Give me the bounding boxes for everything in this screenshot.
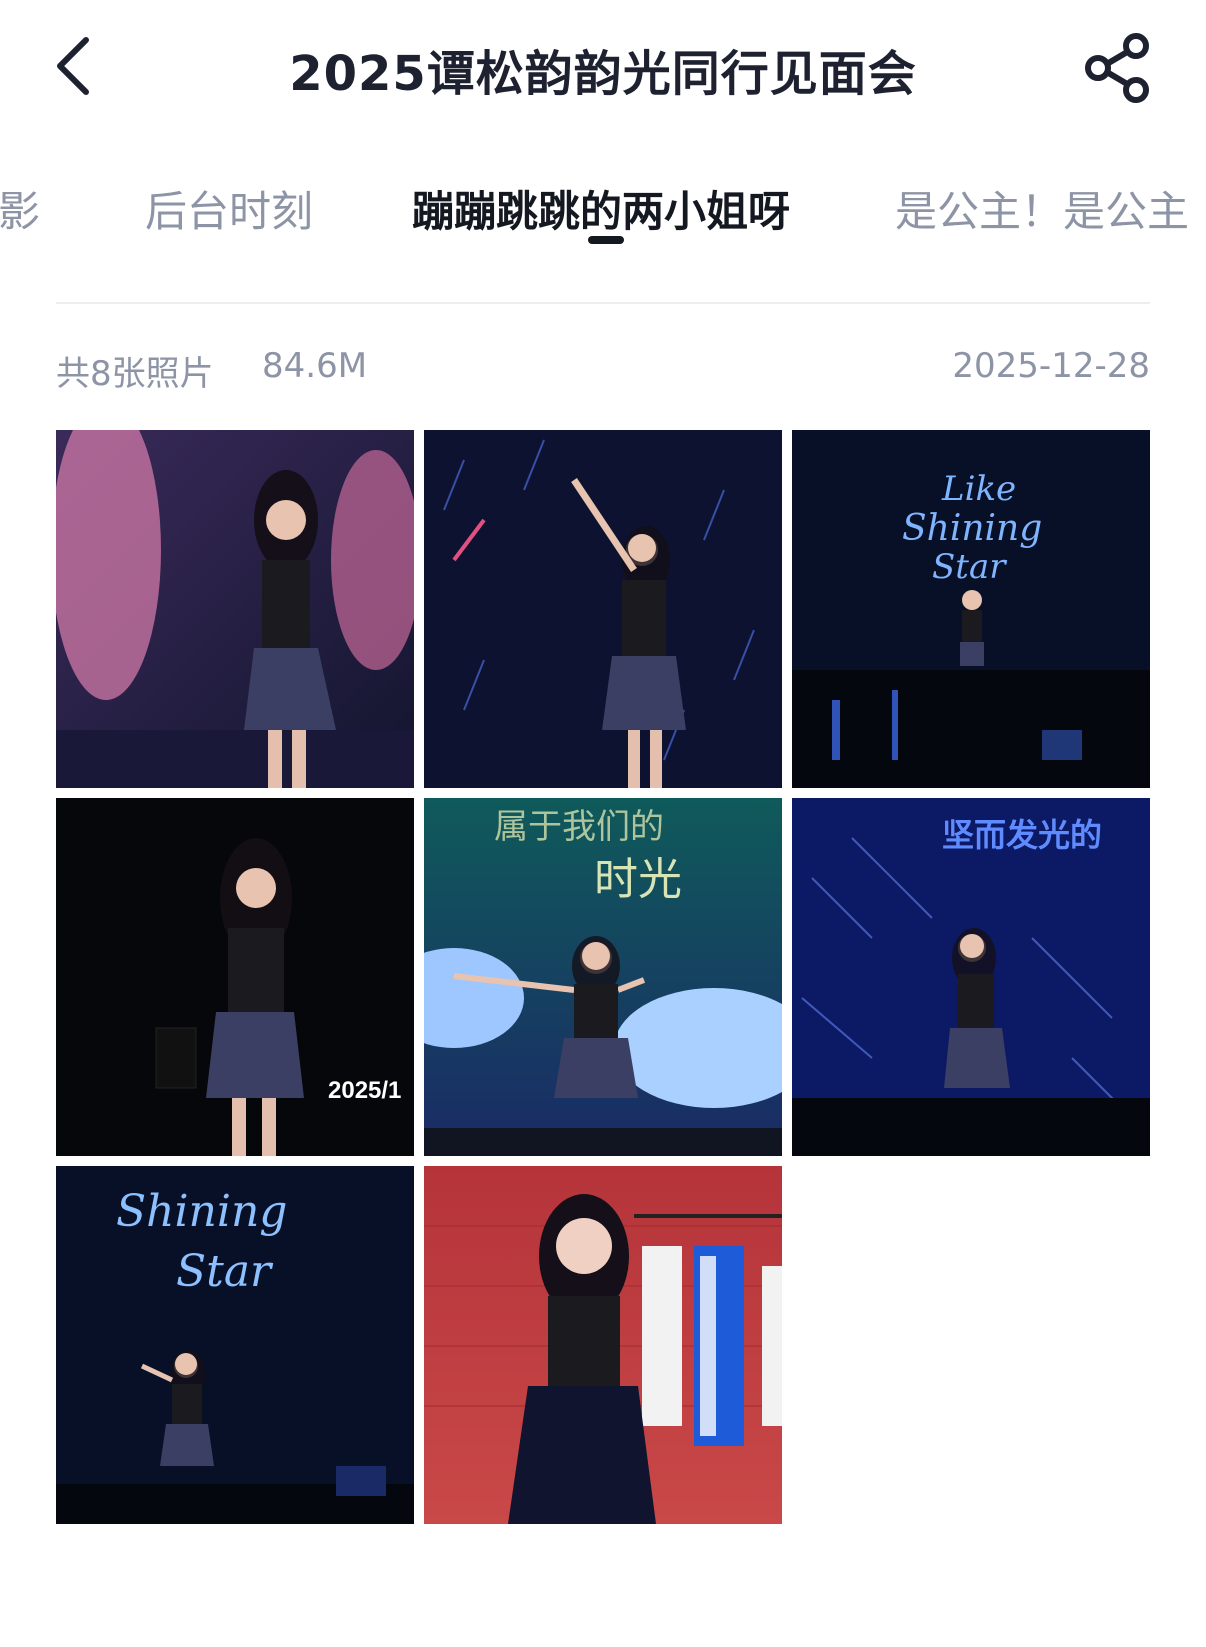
photo-image: 属于我们的 时光 [424, 798, 782, 1156]
active-tab-indicator [588, 236, 624, 244]
album-size: 84.6M [262, 346, 368, 386]
share-button[interactable] [1080, 30, 1156, 106]
divider [56, 302, 1150, 304]
photo-count: 共8张照片 [56, 354, 214, 394]
album-meta: 共8张照片 84.6M 2025-12-28 [56, 346, 1150, 396]
tab-princess[interactable]: 是公主！是公主 [895, 178, 1189, 239]
back-button[interactable] [48, 30, 108, 102]
svg-text:Shining: Shining [116, 1186, 287, 1237]
svg-text:Shining: Shining [902, 508, 1042, 549]
svg-text:Star: Star [932, 547, 1007, 587]
share-icon [1085, 33, 1149, 103]
album-date: 2025-12-28 [952, 346, 1150, 386]
photo-image [56, 430, 414, 788]
photo-thumbnail[interactable]: 2025/1 [56, 798, 414, 1156]
photo-image: Like Shining Star [792, 430, 1150, 788]
photo-image [424, 430, 782, 788]
photo-thumbnail[interactable]: 属于我们的 时光 [424, 798, 782, 1156]
svg-text:Like: Like [941, 469, 1016, 509]
tab-group-photo[interactable]: 合影 [0, 178, 40, 239]
svg-text:属于我们的: 属于我们的 [494, 807, 664, 847]
photo-thumbnail[interactable]: Shining Star [56, 1166, 414, 1524]
svg-text:Star: Star [176, 1246, 274, 1297]
photo-image [424, 1166, 782, 1524]
tab-backstage[interactable]: 后台时刻 [145, 178, 313, 239]
photo-thumbnail[interactable] [56, 430, 414, 788]
page-title: 2025谭松韵韵光同行见面会 [289, 46, 917, 102]
top-bar: 2025谭松韵韵光同行见面会 [0, 0, 1206, 140]
photo-overlay-text: 2025/1 [328, 1077, 401, 1104]
svg-text:时光: 时光 [594, 854, 682, 905]
photo-image: Shining Star [56, 1166, 414, 1524]
svg-text:坚而发光的: 坚而发光的 [942, 816, 1102, 854]
photo-thumbnail[interactable]: Like Shining Star [792, 430, 1150, 788]
photo-thumbnail[interactable] [424, 430, 782, 788]
chevron-left-icon [57, 37, 89, 95]
photo-image: 坚而发光的 [792, 798, 1150, 1156]
photo-thumbnail[interactable] [424, 1166, 782, 1524]
photo-thumbnail[interactable]: 坚而发光的 [792, 798, 1150, 1156]
tab-active-album[interactable]: 蹦蹦跳跳的两小姐呀 [412, 178, 790, 239]
photo-image: 2025/1 [56, 798, 414, 1156]
